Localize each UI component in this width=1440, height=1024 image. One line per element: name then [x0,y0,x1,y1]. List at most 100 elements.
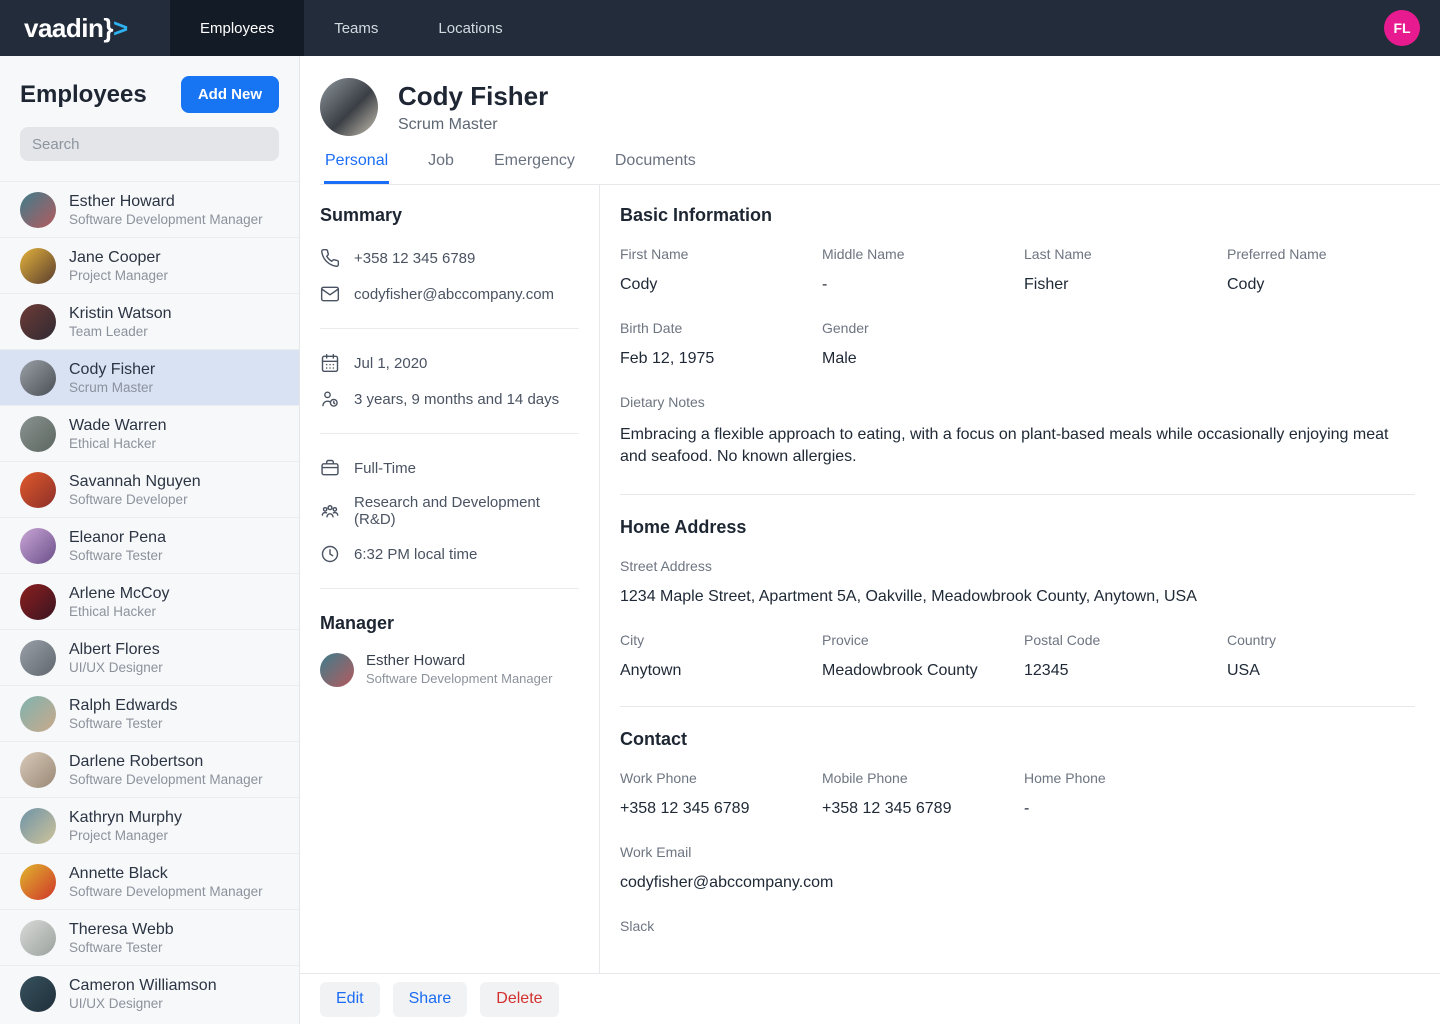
employee-list-item[interactable]: Wade Warren Ethical Hacker [0,405,299,461]
sidebar-title: Employees [20,81,147,109]
nav-item-locations[interactable]: Locations [408,0,532,56]
employee-role: Software Developer [69,492,201,508]
section-divider [620,706,1415,707]
logo-text: vaadin [24,13,103,44]
employee-list-item[interactable]: Savannah Nguyen Software Developer [0,461,299,517]
summary-local-time-row: 6:32 PM local time [320,544,579,564]
employee-text: Savannah Nguyen Software Developer [69,472,201,508]
employee-list-item[interactable]: Cameron Williamson UI/UX Designer [0,965,299,1021]
employee-role: Project Manager [69,828,182,844]
mail-icon [320,284,340,304]
manager-name: Esther Howard [366,652,552,670]
employee-list-item[interactable]: Annette Black Software Development Manag… [0,853,299,909]
nav-item-teams[interactable]: Teams [304,0,408,56]
field-middle-name: Middle Name- [822,246,1024,294]
tab-documents[interactable]: Documents [614,152,697,184]
field-last-name: Last NameFisher [1024,246,1227,294]
summary-title: Summary [320,205,579,226]
employee-list-item[interactable]: Eleanor Pena Software Tester [0,517,299,573]
employee-avatar [20,864,56,900]
employee-text: Wade Warren Ethical Hacker [69,416,167,452]
add-new-button[interactable]: Add New [181,76,279,113]
personal-tab-content: Summary +358 12 345 6789 codyfisher@abcc… [300,185,1440,973]
field-mobile-phone: Mobile Phone+358 12 345 6789 [822,770,1024,818]
calendar-icon [320,353,340,373]
summary-department-row: Research and Development (R&D) [320,494,579,528]
field-province: ProviceMeadowbrook County [822,632,1024,680]
employee-role: Software Tester [69,940,174,956]
employee-name: Wade Warren [69,416,167,435]
field-slack: Slack [620,918,1415,934]
employee-name: Eleanor Pena [69,528,166,547]
field-country: CountryUSA [1227,632,1415,680]
employee-name: Kristin Watson [69,304,172,323]
employee-list-item[interactable]: Ralph Edwards Software Tester [0,685,299,741]
employee-avatar [20,752,56,788]
employee-list-item[interactable]: Theresa Webb Software Tester [0,909,299,965]
employee-avatar [20,472,56,508]
tab-personal[interactable]: Personal [324,152,389,184]
employee-list-item[interactable]: Darlene Robertson Software Development M… [0,741,299,797]
employee-list-item[interactable]: Kristin Watson Team Leader [0,293,299,349]
employee-text: Annette Black Software Development Manag… [69,864,263,900]
employee-list-item[interactable]: Albert Flores UI/UX Designer [0,629,299,685]
profile-tabs: Personal Job Emergency Documents [320,152,1440,185]
employee-list-item[interactable]: Jane Cooper Project Manager [0,237,299,293]
employee-name: Annette Black [69,864,263,883]
field-city: CityAnytown [620,632,822,680]
employee-name: Darlene Robertson [69,752,263,771]
employee-list-item[interactable]: Esther Howard Software Development Manag… [0,181,299,237]
page-title: Cody Fisher [398,81,548,111]
summary-divider [320,588,579,589]
field-preferred-name: Preferred NameCody [1227,246,1415,294]
home-address-row: CityAnytown ProviceMeadowbrook County Po… [620,632,1415,680]
details-panel: Basic Information First NameCody Middle … [600,185,1440,973]
tab-job[interactable]: Job [427,152,455,184]
employee-list-item[interactable]: Cody Fisher Scrum Master [0,349,299,405]
field-street-address: Street Address 1234 Maple Street, Apartm… [620,558,1415,606]
manager-list-item[interactable]: Esther Howard Software Development Manag… [320,652,579,687]
employee-role: UI/UX Designer [69,660,163,676]
summary-phone: +358 12 345 6789 [354,250,475,267]
field-gender: GenderMale [822,320,1024,368]
share-button[interactable]: Share [393,982,468,1017]
summary-phone-row: +358 12 345 6789 [320,248,579,268]
profile-role: Scrum Master [398,116,548,134]
action-bar: Edit Share Delete [300,973,1440,1024]
employee-role: Software Tester [69,716,178,732]
delete-button[interactable]: Delete [480,982,558,1017]
employee-text: Albert Flores UI/UX Designer [69,640,163,676]
employee-text: Esther Howard Software Development Manag… [69,192,263,228]
edit-button[interactable]: Edit [320,982,380,1017]
user-avatar[interactable]: FL [1384,10,1420,46]
employee-name: Cameron Williamson [69,976,217,995]
employee-name: Kathryn Murphy [69,808,182,827]
employee-avatar [20,808,56,844]
employee-list: Esther Howard Software Development Manag… [0,181,299,1024]
employee-list-item[interactable]: Kathryn Murphy Project Manager [0,797,299,853]
employee-name: Jane Cooper [69,248,168,267]
nav-item-employees[interactable]: Employees [170,0,304,56]
contact-title: Contact [620,729,1415,750]
logo-chevron: > [113,13,128,44]
tab-emergency[interactable]: Emergency [493,152,576,184]
logo-brace: } [103,13,113,44]
clock-icon [320,544,340,564]
employee-avatar [20,696,56,732]
employee-name: Ralph Edwards [69,696,178,715]
field-work-email: Work Email codyfisher@abccompany.com [620,844,1415,892]
employee-avatar [20,920,56,956]
home-address-title: Home Address [620,517,1415,538]
phone-icon [320,248,340,268]
field-home-phone: Home Phone- [1024,770,1227,818]
briefcase-icon [320,458,340,478]
summary-local-time: 6:32 PM local time [354,546,477,563]
employee-role: Scrum Master [69,380,155,396]
vaadin-logo[interactable]: vaadin}> [0,0,170,56]
employee-list-item[interactable]: Arlene McCoy Ethical Hacker [0,573,299,629]
employee-detail-panel: Cody Fisher Scrum Master Personal Job Em… [300,56,1440,1024]
sidebar-header: Employees Add New [0,56,299,127]
summary-employment-type: Full-Time [354,460,416,477]
search-input[interactable] [20,127,279,161]
employee-name: Theresa Webb [69,920,174,939]
